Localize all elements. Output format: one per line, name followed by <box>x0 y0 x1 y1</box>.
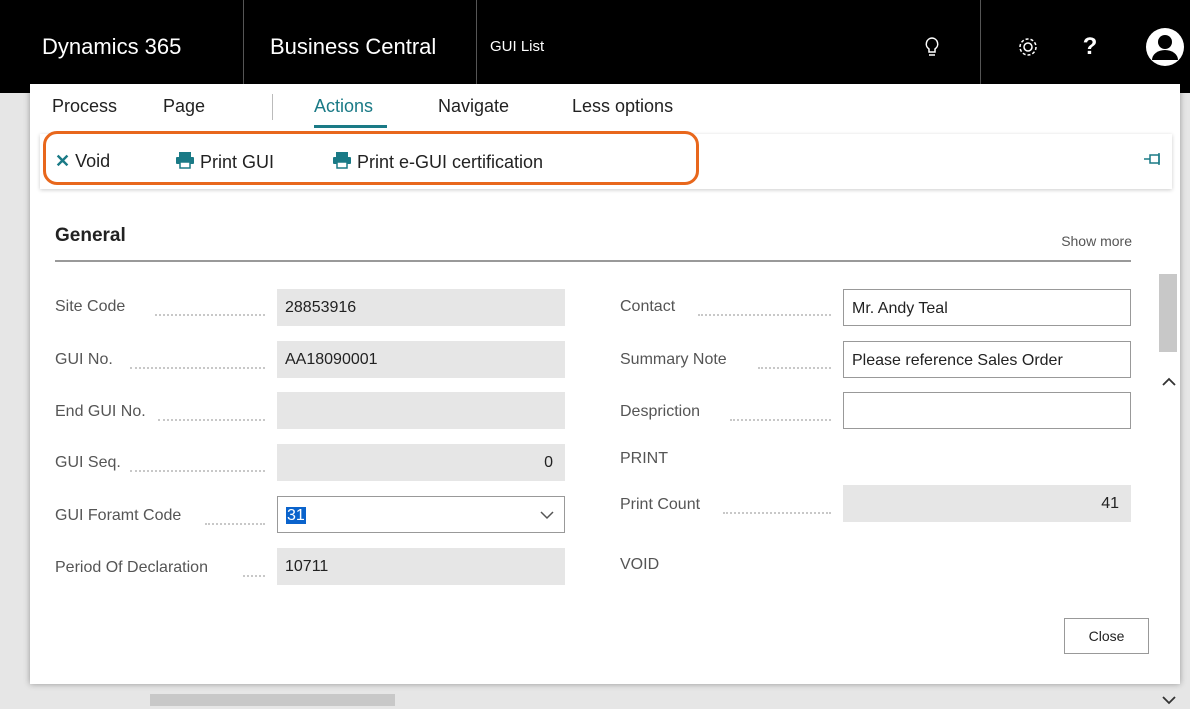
pin-icon[interactable] <box>1144 152 1162 170</box>
period-of-declaration-field: 10711 <box>277 548 565 585</box>
dots-leader <box>158 403 265 421</box>
menu-less-options[interactable]: Less options <box>572 96 673 117</box>
header-divider <box>980 0 981 93</box>
chevron-down-icon[interactable] <box>540 497 554 532</box>
horizontal-scrollbar[interactable] <box>120 694 1070 706</box>
field-label: GUI Seq. <box>55 454 121 471</box>
highlight-annotation <box>43 131 699 185</box>
print-section-title: PRINT <box>620 450 668 467</box>
gui-no-field: AA18090001 <box>277 341 565 378</box>
horizontal-scrollbar-thumb[interactable] <box>150 694 395 706</box>
product-name[interactable]: Dynamics 365 <box>42 0 181 93</box>
gear-icon[interactable] <box>1008 0 1048 93</box>
field-label: Print Count <box>620 496 701 513</box>
dots-leader <box>723 496 831 514</box>
dots-leader <box>205 507 265 525</box>
dots-leader <box>730 403 831 421</box>
menu-actions[interactable]: Actions <box>314 96 373 117</box>
vertical-scrollbar[interactable] <box>1156 224 1180 705</box>
field-label: End GUI No. <box>55 403 146 420</box>
section-title[interactable]: General <box>55 225 126 247</box>
field-label: Contact <box>620 298 676 315</box>
user-avatar-icon[interactable] <box>1140 0 1190 93</box>
dots-leader <box>243 559 265 577</box>
gui-format-code-select[interactable]: 31 <box>277 496 565 533</box>
gui-seq-field: 0 <box>277 444 565 481</box>
help-icon[interactable]: ? <box>1075 0 1105 93</box>
active-menu-underline <box>314 125 387 128</box>
field-label: Despriction <box>620 403 701 420</box>
action-menu-bar: Process Page Actions Navigate Less optio… <box>30 84 1180 132</box>
top-bar: Dynamics 365 Business Central GUI List ? <box>0 0 1190 93</box>
end-gui-no-field <box>277 392 565 429</box>
field-label: Site Code <box>55 298 126 315</box>
close-button[interactable]: Close <box>1064 618 1149 654</box>
header-divider <box>243 0 244 93</box>
field-label: Summary Note <box>620 351 727 368</box>
dots-leader <box>758 351 831 369</box>
dots-leader <box>130 454 265 472</box>
print-count-field: 41 <box>843 485 1131 522</box>
show-more-link[interactable]: Show more <box>1061 233 1132 249</box>
dots-leader <box>698 298 831 316</box>
menu-divider <box>272 94 273 120</box>
field-label: GUI No. <box>55 351 113 368</box>
menu-page[interactable]: Page <box>163 96 205 117</box>
action-bar: ✕ Void Print GUI Print e-GUI certificati… <box>40 131 1172 189</box>
chevron-up-icon[interactable] <box>1162 374 1176 391</box>
void-section-title: VOID <box>620 556 660 573</box>
header-divider <box>476 0 477 93</box>
scrollbar-thumb[interactable] <box>1159 274 1177 352</box>
app-name[interactable]: Business Central <box>270 0 436 93</box>
dots-leader <box>130 351 265 369</box>
page-name[interactable]: GUI List <box>490 0 544 93</box>
description-field[interactable] <box>843 392 1131 429</box>
contact-field[interactable]: Mr. Andy Teal <box>843 289 1131 326</box>
menu-navigate[interactable]: Navigate <box>438 96 509 117</box>
site-code-field: 28853916 <box>277 289 565 326</box>
field-label: GUI Foramt Code <box>55 507 182 524</box>
summary-note-field[interactable]: Please reference Sales Order <box>843 341 1131 378</box>
menu-process[interactable]: Process <box>52 96 117 117</box>
selected-value: 31 <box>286 507 306 524</box>
section-divider <box>55 260 1131 262</box>
dots-leader <box>155 298 265 316</box>
gui-card-dialog: Process Page Actions Navigate Less optio… <box>30 84 1180 705</box>
field-label: Period Of Declaration <box>55 559 208 576</box>
lightbulb-icon[interactable] <box>912 0 952 93</box>
chevron-down-icon[interactable] <box>1162 692 1176 709</box>
